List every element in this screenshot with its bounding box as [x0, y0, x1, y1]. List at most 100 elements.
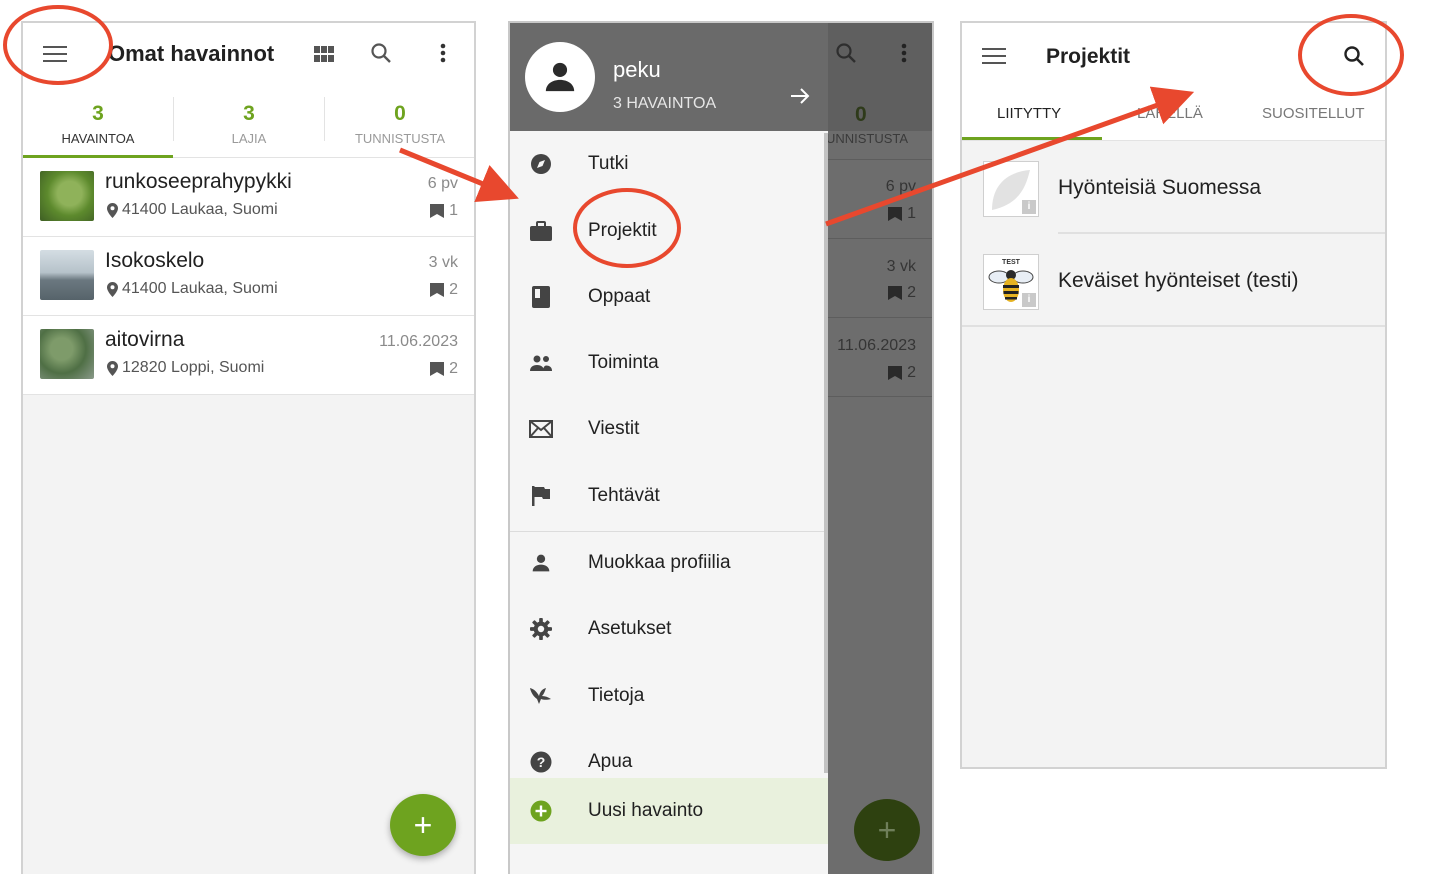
- phone-screen-observations: Omat havainnot 3 HAVAINTOA 3 LAJIA 0 TUN…: [21, 21, 476, 874]
- comment-count: 2: [430, 281, 458, 299]
- menu-item-label: Apua: [588, 751, 633, 772]
- project-name: Hyönteisiä Suomessa: [1058, 176, 1262, 199]
- list-item[interactable]: runkoseeprahypykki 41400 Laukaa, Suomi 6…: [23, 158, 474, 237]
- background-age: 3 vk: [886, 258, 916, 275]
- page-title: Projektit: [1046, 45, 1131, 68]
- observation-age: 6 pv: [427, 175, 458, 192]
- grid-view-icon[interactable]: [311, 41, 337, 67]
- menu-item-toiminta[interactable]: Toiminta: [510, 335, 828, 391]
- comment-icon: [888, 366, 903, 380]
- menu-item-label: Tutki: [588, 153, 629, 174]
- compass-icon: [529, 152, 553, 176]
- background-age: 6 pv: [885, 178, 916, 195]
- background-count-text: 2: [907, 284, 916, 301]
- comment-count-text: 1: [449, 202, 458, 219]
- user-observation-count: 3 HAVAINTOA: [613, 95, 717, 112]
- more-options-icon[interactable]: [429, 39, 457, 67]
- logo-text: TEST: [1002, 259, 1021, 266]
- person-icon: [529, 551, 553, 575]
- gear-icon: [529, 617, 553, 641]
- observation-location: 41400 Laukaa, Suomi: [107, 201, 278, 219]
- divider: [510, 531, 828, 532]
- menu-item-asetukset[interactable]: Asetukset: [510, 601, 828, 657]
- info-icon: i: [1022, 293, 1036, 307]
- comment-icon: [888, 286, 903, 300]
- tab-lahella[interactable]: LÄHELLÄ: [1137, 105, 1203, 122]
- app-bar: Omat havainnot: [23, 23, 474, 85]
- comment-icon: [430, 283, 445, 297]
- hamburger-menu-icon[interactable]: [41, 40, 69, 68]
- stat-identifications[interactable]: 0 TUNNISTUSTA: [325, 85, 474, 158]
- help-icon: ?: [529, 750, 553, 774]
- stats-tabs: 3 HAVAINTOA 3 LAJIA 0 TUNNISTUSTA: [23, 85, 474, 158]
- add-observation-button-dimmed: +: [854, 799, 920, 861]
- search-icon[interactable]: [1340, 42, 1368, 70]
- avatar[interactable]: [525, 42, 595, 112]
- background-age: 11.06.2023: [837, 337, 916, 354]
- stat-count: 0: [394, 102, 406, 125]
- location-text: 12820 Loppi, Suomi: [122, 359, 265, 376]
- menu-item-tietoja[interactable]: Tietoja: [510, 668, 828, 724]
- stat-count: 3: [92, 102, 104, 125]
- observation-location: 41400 Laukaa, Suomi: [107, 280, 278, 298]
- observation-name: Isokoskelo: [105, 249, 205, 272]
- observation-photo: [40, 250, 94, 300]
- search-icon[interactable]: [367, 39, 395, 67]
- location-pin-icon: [107, 281, 118, 297]
- stat-label: LAJIA: [231, 131, 267, 146]
- menu-item-uusi-havainto[interactable]: Uusi havainto: [510, 778, 828, 844]
- stat-count: 3: [243, 102, 255, 125]
- menu-item-label: Projektit: [588, 220, 657, 241]
- stat-observations[interactable]: 3 HAVAINTOA: [23, 85, 173, 158]
- divider: [828, 238, 932, 239]
- comment-count-text: 2: [449, 281, 458, 298]
- stat-species[interactable]: 3 LAJIA: [174, 85, 324, 158]
- add-circle-icon: [529, 799, 553, 823]
- comment-count-text: 2: [449, 360, 458, 377]
- observation-location: 12820 Loppi, Suomi: [107, 359, 264, 377]
- list-item[interactable]: aitovirna 12820 Loppi, Suomi 11.06.2023 …: [23, 316, 474, 395]
- more-options-icon: [890, 39, 918, 67]
- username: peku: [613, 57, 661, 82]
- background-count: 1: [888, 205, 916, 223]
- menu-item-viestit[interactable]: Viestit: [510, 401, 828, 457]
- stat-label: TUNNISTUSTA: [354, 131, 446, 146]
- scrollbar[interactable]: [824, 133, 828, 773]
- list-item[interactable]: Isokoskelo 41400 Laukaa, Suomi 3 vk 2: [23, 237, 474, 316]
- tab-liitytty[interactable]: LIITYTTY: [997, 105, 1061, 122]
- menu-item-muokkaa-profiilia[interactable]: Muokkaa profiilia: [510, 535, 828, 591]
- observation-age: 11.06.2023: [379, 333, 458, 350]
- background-stat-count: 0: [855, 103, 867, 126]
- list-item[interactable]: i Hyönteisiä Suomessa: [962, 141, 1385, 235]
- mail-icon: [529, 417, 553, 441]
- project-logo: i: [983, 161, 1039, 217]
- drawer-header[interactable]: peku 3 HAVAINTOA: [510, 23, 828, 131]
- observation-age: 3 vk: [428, 254, 458, 271]
- list-item[interactable]: TEST i Keväiset hyönteiset (testi): [962, 234, 1385, 328]
- menu-item-label: Viestit: [588, 418, 640, 439]
- tab-suositellut[interactable]: SUOSITELLUT: [1262, 105, 1365, 122]
- divider: [828, 396, 932, 397]
- divider: [828, 317, 932, 318]
- project-name: Keväiset hyönteiset (testi): [1058, 269, 1299, 292]
- arrow-right-icon[interactable]: [790, 87, 810, 110]
- menu-item-oppaat[interactable]: Oppaat: [510, 269, 828, 325]
- bird-icon: [529, 684, 553, 708]
- comment-count: 1: [430, 202, 458, 220]
- phone-screen-projects: Projektit LIITYTTY LÄHELLÄ SUOSITELLUT i…: [960, 21, 1387, 769]
- menu-item-tehtavat[interactable]: Tehtävät: [510, 468, 828, 524]
- comment-count: 2: [430, 360, 458, 378]
- observation-photo: [40, 329, 94, 379]
- menu-item-label: Oppaat: [588, 286, 651, 307]
- menu-item-label: Asetukset: [588, 618, 672, 639]
- active-tab-indicator: [962, 137, 1102, 140]
- menu-item-tutki[interactable]: Tutki: [510, 136, 828, 192]
- menu-item-projektit[interactable]: Projektit: [510, 203, 828, 259]
- comment-icon: [430, 362, 445, 376]
- add-observation-button[interactable]: +: [390, 794, 456, 856]
- comment-icon: [430, 204, 445, 218]
- comment-icon: [888, 207, 903, 221]
- tab-bar: LIITYTTY LÄHELLÄ SUOSITELLUT: [962, 89, 1385, 141]
- hamburger-menu-icon[interactable]: [980, 42, 1008, 70]
- observation-name: runkoseeprahypykki: [105, 170, 292, 193]
